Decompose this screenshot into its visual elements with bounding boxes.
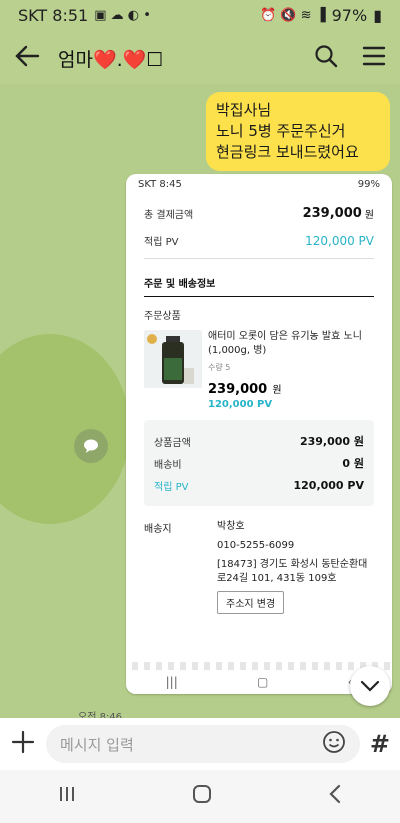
recipient-name: 박창호 [217, 521, 245, 532]
chat-header: 엄마❤️.❤️☐ [0, 32, 400, 84]
message-input[interactable]: 메시지 입력 [46, 725, 360, 763]
summary-pv-value: 120,000 PV [293, 478, 364, 492]
home-button-icon[interactable] [192, 784, 212, 810]
price-summary: 상품금액 239,000 원 배송비 0 원 적립 PV 120,000 PV [144, 420, 374, 506]
shipping-fee-value: 0 원 [342, 457, 364, 470]
product-name: 애터미 오롯이 담은 유기농 발효 노니 (1,000g, 병) [208, 331, 362, 356]
recents-icon: ||| [165, 675, 178, 689]
points-value: 120,000 PV [305, 233, 374, 248]
system-nav-bar [0, 770, 400, 823]
product-pv: 120,000 PV [208, 399, 273, 410]
points-label: 적립 PV [144, 237, 179, 248]
notification-icons: ▣ ☁ ◐ • [94, 7, 151, 23]
product-thumbnail [144, 330, 202, 388]
scroll-down-button[interactable] [350, 666, 390, 706]
system-icons: ⏰ 🔇 ≋ ▐ [259, 7, 326, 23]
battery-icon: ▮ [373, 5, 382, 25]
recent-apps-icon[interactable] [58, 784, 76, 809]
product-price: 239,000 [208, 382, 268, 397]
embedded-battery: 99% [357, 178, 380, 190]
product-price-unit: 원 [272, 385, 282, 396]
chat-title: 엄마❤️.❤️☐ [58, 48, 164, 71]
embedded-carrier-time: SKT 8:45 [138, 178, 182, 190]
product-qty: 수량 5 [208, 363, 231, 372]
background-decoration [0, 334, 130, 524]
add-icon[interactable] [10, 729, 36, 759]
total-value: 239,000 [302, 206, 362, 221]
chat-area[interactable]: 박집사님 노니 5병 주문주신거 현금링크 보내드렸어요 SKT 8:45 99… [0, 84, 400, 720]
shipping-label: 배송지 [144, 524, 172, 535]
message-bubble[interactable]: 박집사님 노니 5병 주문주신거 현금링크 보내드렸어요 [206, 92, 390, 171]
message-line: 노니 5병 주문주신거 [216, 122, 346, 140]
share-icon[interactable] [74, 429, 108, 463]
menu-icon[interactable] [362, 45, 386, 71]
points-row: 적립 PV 120,000 PV [126, 233, 392, 249]
total-unit: 원 [364, 210, 374, 221]
summary-pv-label: 적립 PV [154, 481, 189, 493]
recipient-address: [18473] 경기도 화성시 동탄순환대로24길 101, 431동 109호 [217, 559, 368, 584]
message-placeholder: 메시지 입력 [60, 735, 134, 754]
product-item[interactable]: 애터미 오롯이 담은 유기농 발효 노니 (1,000g, 병) 수량 5 23… [126, 330, 392, 410]
message-input-bar: 메시지 입력 # [0, 718, 400, 770]
message-line: 박집사님 [216, 101, 272, 119]
shipping-fee-label: 배송비 [154, 459, 182, 471]
image-message[interactable]: SKT 8:45 99% 총 결제금액 239,000 원 적립 PV 120,… [126, 174, 392, 694]
torn-edge [126, 662, 392, 670]
battery-level: 97% [331, 5, 368, 25]
home-icon: ▢ [256, 675, 269, 689]
status-bar: SKT 8:51 ▣ ☁ ◐ • ⏰ 🔇 ≋ ▐ 97% ▮ [0, 0, 400, 30]
embedded-status-bar: SKT 8:45 99% [126, 174, 392, 194]
section-title: 주문 및 배송정보 [144, 279, 216, 290]
emoji-icon[interactable] [322, 730, 346, 758]
total-label: 총 결제금액 [144, 210, 194, 221]
hashtag-icon[interactable]: # [370, 730, 390, 758]
product-section-label: 주문상품 [144, 311, 181, 322]
change-address-button[interactable]: 주소지 변경 [217, 591, 285, 614]
recipient-phone: 010-5255-6099 [217, 540, 295, 551]
message-line: 현금링크 보내드렸어요 [216, 143, 359, 161]
back-arrow-icon[interactable] [14, 45, 40, 71]
divider [144, 258, 374, 259]
back-nav-icon[interactable] [328, 784, 342, 810]
divider [144, 296, 374, 297]
search-icon[interactable] [314, 44, 338, 72]
goods-label: 상품금액 [154, 437, 191, 449]
carrier-time: SKT 8:51 [18, 5, 89, 25]
total-row: 총 결제금액 239,000 원 [126, 206, 392, 221]
shipping-info: 배송지 박창호 010-5255-6099 [18473] 경기도 화성시 동탄… [126, 520, 392, 614]
goods-value: 239,000 원 [299, 435, 364, 448]
